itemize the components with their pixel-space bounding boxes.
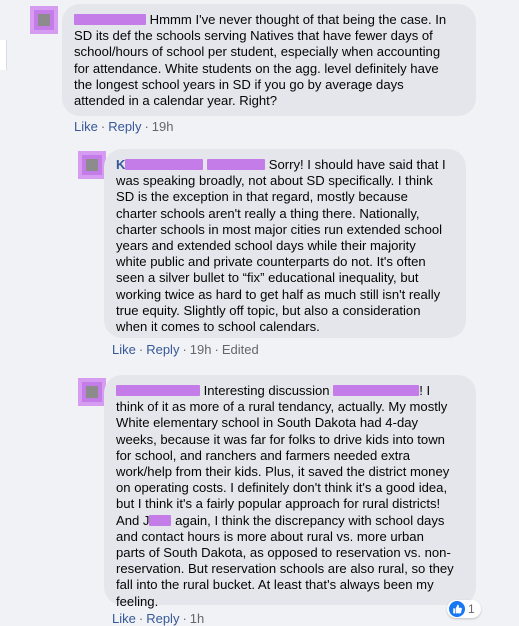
reaction-summary[interactable]: 1 [447, 600, 481, 618]
comment-text: Hmmm I've never thought of that being th… [149, 12, 447, 27]
comment-text: reservation. But reservation schools are… [116, 561, 454, 577]
redacted-name [116, 385, 200, 396]
avatar[interactable] [30, 6, 58, 34]
comment-text: White elementary school in South Dakota … [116, 415, 419, 431]
comment-text: think of it as more of a rural tendancy,… [116, 399, 448, 415]
avatar[interactable] [78, 378, 106, 406]
comment-text: fall into the rural bucket. At least tha… [116, 577, 434, 593]
comment-text: charter schools aren't really a thing th… [116, 205, 420, 221]
comment-text: working twice as hard to get half as muc… [116, 286, 441, 302]
comment-text: ! I [419, 383, 431, 398]
comment-text: was speaking broadly, not about SD speci… [116, 173, 433, 189]
comment-text: SD is the exception in that regard, most… [116, 189, 408, 205]
redacted-name [125, 159, 204, 170]
comment-text: weeks, because it was far for folks to d… [116, 431, 445, 447]
comment-text: feeling. [116, 593, 159, 609]
comment-text: for attendance. White students on the ag… [74, 60, 439, 76]
avatar[interactable] [78, 151, 106, 179]
commenter-name[interactable] [116, 383, 200, 398]
comment-text: Sorry! I should have said that I [268, 157, 446, 172]
like-button[interactable]: Like [74, 119, 98, 134]
comment-text: parts of South Dakota, as opposed to res… [116, 545, 451, 561]
comment-actions: Like · Reply · 19h · Edited [112, 342, 259, 357]
redacted-name [207, 159, 266, 170]
like-button[interactable]: Like [112, 342, 136, 357]
comment-text: again, I think the discrepancy with scho… [175, 512, 445, 528]
commenter-name[interactable]: K [116, 157, 266, 172]
comment-text: attended in a calendar year. Right? [74, 93, 278, 109]
comment-text: And J [116, 512, 150, 528]
comment-text: work/help from their kids. Plus, it save… [116, 464, 450, 480]
comment-actions: Like · Reply · 19h [74, 119, 174, 134]
comment-text: school/hours of school per student, espe… [74, 44, 441, 60]
comment-text: the longest school years in SD if you go… [74, 76, 404, 92]
comment-text: seen a silver bullet to “fix” educationa… [116, 270, 419, 286]
comment-bubble: Interesting discussion ! I think of it a… [104, 375, 476, 609]
comment-text: but I think it's a fairly popular approa… [116, 496, 441, 512]
timestamp[interactable]: 19h [190, 342, 212, 357]
comment-text: on operating costs. I definitely don't t… [116, 480, 448, 496]
redacted-tag[interactable] [149, 514, 172, 526]
comment-text: when it comes to school calendars. [116, 319, 320, 335]
comment-text: Interesting discussion [203, 383, 330, 398]
edited-label[interactable]: Edited [222, 342, 259, 357]
reaction-count: 1 [468, 602, 475, 616]
comment-text: true equity. Slightly off topic, but als… [116, 302, 421, 318]
comment-bubble: Hmmm I've never thought of that being th… [62, 4, 476, 116]
redacted-tag[interactable] [333, 385, 420, 396]
comment-text: SD its def the schools serving Natives t… [74, 28, 433, 44]
comment-text: charter schools in most major cities run… [116, 221, 443, 237]
comment-text: for school, and ranchers and farmers nee… [116, 447, 411, 463]
comment-text: and contact hours is more about rural vs… [116, 528, 424, 544]
reply-button[interactable]: Reply [108, 119, 141, 134]
left-rail [0, 40, 7, 70]
timestamp[interactable]: 19h [152, 119, 174, 134]
redacted-name[interactable] [74, 14, 146, 25]
comment-bubble: K Sorry! I should have said that I was s… [104, 149, 466, 338]
comment-text: white public and private counterparts do… [116, 254, 426, 270]
comment-text: years and extended school days while the… [116, 238, 416, 254]
like-reaction-icon [449, 601, 465, 617]
reply-button[interactable]: Reply [146, 342, 179, 357]
